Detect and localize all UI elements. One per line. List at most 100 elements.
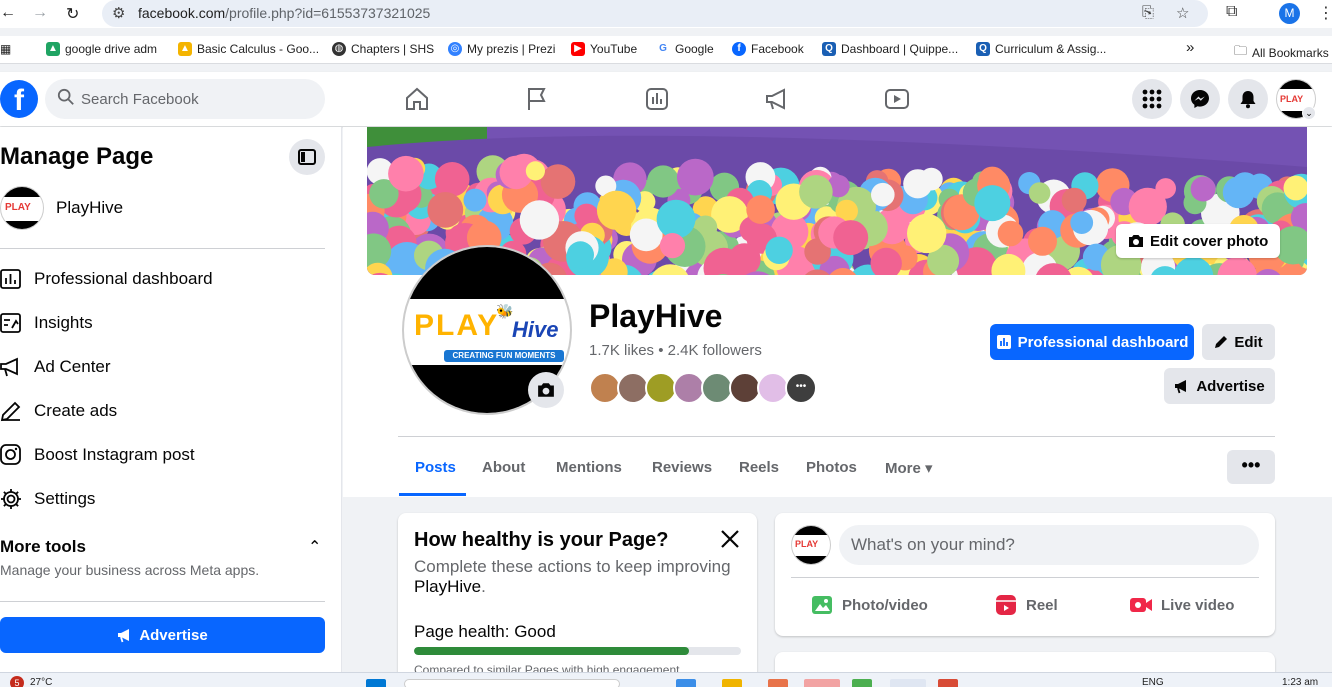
sidebar-item-ad-center[interactable]: Ad Center: [0, 347, 325, 387]
bookmarks-overflow[interactable]: »: [1186, 39, 1194, 56]
sidebar-item-boost-instagram[interactable]: Boost Instagram post: [0, 435, 325, 475]
taskbar-app-icon[interactable]: [938, 679, 958, 687]
url-text[interactable]: facebook.com/profile.php?id=615537373210…: [138, 5, 430, 21]
ball: [676, 158, 714, 196]
bookmark-6[interactable]: f Facebook: [732, 42, 804, 56]
taskbar-app-icon[interactable]: [804, 679, 840, 687]
search-input[interactable]: [81, 79, 317, 119]
ball: [765, 236, 793, 264]
tab-more[interactable]: More ▾: [885, 459, 933, 477]
chevron-down-icon[interactable]: ⌄: [1302, 106, 1316, 120]
professional-dashboard-button[interactable]: Professional dashboard: [990, 324, 1194, 360]
close-icon[interactable]: [718, 527, 742, 551]
taskbar-app-icon[interactable]: [852, 679, 872, 687]
more-tools-heading[interactable]: More tools: [0, 537, 86, 557]
sidebar-item-insights[interactable]: Insights: [0, 303, 325, 343]
bookmark-2[interactable]: ◍ Chapters | SHS: [332, 42, 434, 56]
live-video-button[interactable]: Live video: [1129, 593, 1234, 617]
bookmark-0[interactable]: ▲ google drive adm: [46, 42, 157, 56]
messenger-button[interactable]: [1180, 79, 1220, 119]
bookmark-8[interactable]: Q Curriculum & Assig...: [976, 42, 1106, 56]
install-app-icon[interactable]: ⎘: [1142, 4, 1154, 21]
back-icon[interactable]: ←: [0, 4, 16, 22]
home-icon[interactable]: [402, 84, 432, 114]
logo-play-word: PLAY: [414, 309, 500, 342]
facebook-logo[interactable]: f: [0, 80, 38, 118]
reel-button[interactable]: Reel: [994, 593, 1058, 617]
notifications-button[interactable]: [1228, 79, 1268, 119]
bookmark-4[interactable]: ▶ YouTube: [571, 42, 637, 56]
tab-about[interactable]: About: [482, 459, 525, 476]
sidebar-item-settings[interactable]: Settings: [0, 479, 325, 519]
edit-button[interactable]: Edit: [1202, 324, 1275, 360]
active-tab-indicator: [399, 493, 466, 496]
ball: [907, 213, 947, 254]
advertise-button[interactable]: Advertise: [0, 617, 325, 653]
extensions-icon[interactable]: ⧉: [1226, 3, 1237, 21]
ball: [656, 199, 696, 239]
weather-temp[interactable]: 27°C: [30, 677, 52, 687]
search-box[interactable]: [45, 79, 325, 119]
folder-icon[interactable]: [722, 679, 742, 687]
video-nav-icon[interactable]: [882, 84, 912, 114]
tab-mentions[interactable]: Mentions: [556, 459, 622, 476]
ball: [434, 162, 470, 197]
photo-video-button[interactable]: Photo/video: [810, 593, 928, 617]
update-profile-picture-button[interactable]: [528, 372, 564, 408]
ball: [833, 220, 869, 256]
bookmark-label: Chapters | SHS: [351, 42, 435, 56]
collapse-panel-button[interactable]: [289, 139, 325, 175]
address-bar[interactable]: ⚙ facebook.com/profile.php?id=6155373732…: [102, 0, 1208, 27]
taskbar-app-icon[interactable]: [768, 679, 788, 687]
menu-button[interactable]: [1132, 79, 1172, 119]
bookmark-5[interactable]: G Google: [656, 42, 714, 56]
bookmark-3[interactable]: ◎ My prezis | Prezi: [448, 42, 555, 56]
all-bookmarks[interactable]: 🗀 All Bookmarks: [1234, 42, 1329, 64]
language-indicator[interactable]: ENG: [1142, 677, 1164, 687]
taskbar-app-icon[interactable]: [676, 679, 696, 687]
browser-profile-avatar[interactable]: M: [1279, 3, 1300, 24]
megaphone-icon: [0, 357, 18, 377]
megaphone-nav-icon[interactable]: [762, 84, 792, 114]
photo-icon: [812, 596, 832, 614]
sidebar-item-create-ads[interactable]: Create ads: [0, 391, 325, 431]
composer-avatar[interactable]: PLAY: [791, 525, 831, 565]
bookmark-7[interactable]: Q Dashboard | Quippe...: [822, 42, 958, 56]
sidebar-item-professional-dashboard[interactable]: Professional dashboard: [0, 259, 325, 299]
bookmark-star-icon[interactable]: ☆: [1176, 4, 1189, 22]
forward-icon[interactable]: →: [32, 4, 48, 22]
page-switcher[interactable]: PLAY PlayHive: [0, 183, 123, 233]
bookmark-1[interactable]: ▲ Basic Calculus - Goo...: [178, 42, 319, 56]
tab-posts[interactable]: Posts: [415, 459, 456, 476]
apps-grid-icon[interactable]: ▦: [0, 42, 11, 56]
follower-avatar[interactable]: •••: [785, 372, 817, 404]
dashboard-icon: [996, 335, 1011, 349]
edit-cover-photo-button[interactable]: Edit cover photo: [1116, 224, 1281, 258]
advertise-header-button[interactable]: Advertise: [1164, 368, 1275, 404]
page-health-card: How healthy is your Page? Complete these…: [398, 513, 757, 683]
clock[interactable]: 1:23 am: [1282, 677, 1318, 687]
health-desc-suffix: .: [481, 577, 486, 596]
chevron-up-icon[interactable]: ⌃: [308, 537, 321, 557]
flag-icon[interactable]: [522, 84, 552, 114]
ball: [427, 192, 464, 228]
messenger-icon: [1191, 90, 1209, 108]
page-avatar: PLAY: [0, 186, 44, 230]
whats-on-your-mind-input[interactable]: What's on your mind?: [839, 525, 1259, 565]
site-settings-icon[interactable]: ⚙: [112, 4, 125, 22]
reload-icon[interactable]: ↻: [66, 4, 79, 24]
megaphone-icon: [118, 629, 130, 643]
tab-reviews[interactable]: Reviews: [652, 459, 712, 476]
windows-start-icon[interactable]: [366, 679, 386, 687]
tab-reels[interactable]: Reels: [739, 459, 779, 476]
weather-badge[interactable]: 5: [10, 676, 24, 687]
health-desc-page: PlayHive: [414, 577, 482, 596]
taskbar-search[interactable]: [404, 679, 620, 687]
more-options-button[interactable]: •••: [1227, 450, 1275, 484]
insights-nav-icon[interactable]: [642, 84, 672, 114]
likes-followers-count[interactable]: 1.7K likes • 2.4K followers: [589, 342, 762, 359]
follower-avatars[interactable]: •••: [589, 372, 817, 404]
tab-photos[interactable]: Photos: [806, 459, 857, 476]
chrome-taskbar-icon[interactable]: [890, 679, 926, 687]
browser-menu-icon[interactable]: ⋮: [1318, 3, 1332, 23]
